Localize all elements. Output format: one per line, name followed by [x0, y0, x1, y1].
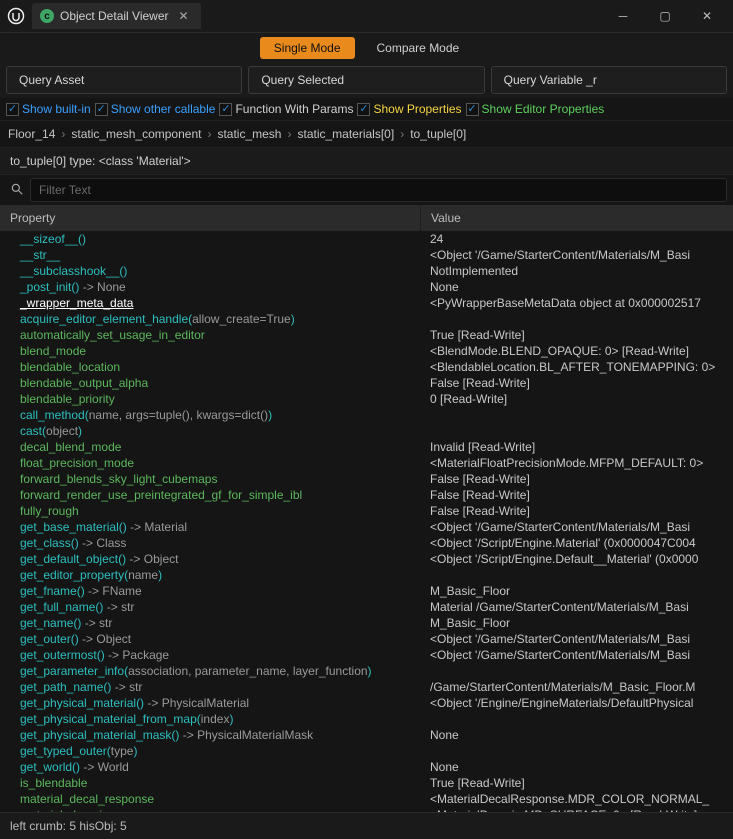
table-row[interactable]: blend_mode<BlendMode.BLEND_OPAQUE: 0> [R… [0, 343, 733, 359]
type-info: to_tuple[0] type: <class 'Material'> [0, 147, 733, 175]
window-tab[interactable]: c Object Detail Viewer ✕ [32, 3, 201, 29]
table-row[interactable]: get_physical_material_from_map(index) [0, 711, 733, 727]
table-row[interactable]: get_full_name() -> strMaterial /Game/Sta… [0, 599, 733, 615]
tab-title: Object Detail Viewer [60, 9, 169, 23]
table-row[interactable]: blendable_output_alphaFalse [Read-Write] [0, 375, 733, 391]
table-row[interactable]: fully_roughFalse [Read-Write] [0, 503, 733, 519]
table-row[interactable]: get_path_name() -> str/Game/StarterConte… [0, 679, 733, 695]
table-row[interactable]: cast(object) [0, 423, 733, 439]
table-row[interactable]: get_outermost() -> Package<Object '/Game… [0, 647, 733, 663]
breadcrumb-item[interactable]: static_materials[0] [297, 127, 394, 141]
table-row[interactable]: get_outer() -> Object<Object '/Game/Star… [0, 631, 733, 647]
table-row[interactable]: material_domain<MaterialDomain.MD_SURFAC… [0, 807, 733, 812]
table-row[interactable]: decal_blend_modeInvalid [Read-Write] [0, 439, 733, 455]
status-bar: left crumb: 5 hisObj: 5 [0, 812, 733, 839]
mode-selector: Single Mode Compare Mode [0, 32, 733, 62]
single-mode-button[interactable]: Single Mode [260, 37, 355, 59]
breadcrumb-item[interactable]: static_mesh [217, 127, 281, 141]
table-row[interactable]: _wrapper_meta_data<PyWrapperBaseMetaData… [0, 295, 733, 311]
table-row[interactable]: get_class() -> Class<Object '/Script/Eng… [0, 535, 733, 551]
app-logo-icon [6, 6, 26, 26]
query-row: Query Asset Query Selected Query Variabl… [0, 62, 733, 98]
table-row[interactable]: call_method(name, args=tuple(), kwargs=d… [0, 407, 733, 423]
property-table: Property Value __sizeof__()24__str__<Obj… [0, 205, 733, 812]
table-row[interactable]: get_name() -> strM_Basic_Floor [0, 615, 733, 631]
search-icon [6, 182, 24, 199]
table-row[interactable]: get_typed_outer(type) [0, 743, 733, 759]
breadcrumb-item[interactable]: Floor_14 [8, 127, 55, 141]
table-row[interactable]: __subclasshook__()NotImplemented [0, 263, 733, 279]
show-other-callable-checkbox[interactable]: Show other callable [95, 102, 216, 116]
table-row[interactable]: get_physical_material() -> PhysicalMater… [0, 695, 733, 711]
table-row[interactable]: float_precision_mode<MaterialFloatPrecis… [0, 455, 733, 471]
chevron-right-icon: › [400, 127, 404, 141]
chevron-right-icon: › [61, 127, 65, 141]
chevron-right-icon: › [287, 127, 291, 141]
table-row[interactable]: automatically_set_usage_in_editorTrue [R… [0, 327, 733, 343]
table-row[interactable]: material_decal_response<MaterialDecalRes… [0, 791, 733, 807]
table-header: Property Value [0, 205, 733, 231]
table-row[interactable]: blendable_priority0 [Read-Write] [0, 391, 733, 407]
tab-icon: c [40, 9, 54, 23]
header-value[interactable]: Value [420, 205, 733, 231]
table-row[interactable]: get_editor_property(name) [0, 567, 733, 583]
window-buttons: ─ ▢ ✕ [603, 2, 727, 30]
table-row[interactable]: forward_render_use_preintegrated_gf_for_… [0, 487, 733, 503]
close-tab-button[interactable]: ✕ [175, 9, 193, 23]
table-row[interactable]: forward_blends_sky_light_cubemapsFalse [… [0, 471, 733, 487]
function-with-params-checkbox[interactable]: Function With Params [219, 102, 353, 116]
query-variable-button[interactable]: Query Variable _r [491, 66, 727, 94]
table-row[interactable]: get_physical_material_mask() -> Physical… [0, 727, 733, 743]
chevron-right-icon: › [207, 127, 211, 141]
table-row[interactable]: get_base_material() -> Material<Object '… [0, 519, 733, 535]
maximize-button[interactable]: ▢ [645, 2, 685, 30]
filter-input[interactable] [30, 178, 727, 202]
breadcrumb-item[interactable]: static_mesh_component [71, 127, 201, 141]
minimize-button[interactable]: ─ [603, 2, 643, 30]
show-editor-properties-checkbox[interactable]: Show Editor Properties [466, 102, 605, 116]
search-row [0, 175, 733, 205]
header-property[interactable]: Property [0, 205, 420, 231]
compare-mode-button[interactable]: Compare Mode [363, 37, 474, 59]
table-row[interactable]: get_world() -> WorldNone [0, 759, 733, 775]
table-row[interactable]: blendable_location<BlendableLocation.BL_… [0, 359, 733, 375]
breadcrumb-item[interactable]: to_tuple[0] [410, 127, 466, 141]
table-body[interactable]: __sizeof__()24__str__<Object '/Game/Star… [0, 231, 733, 812]
table-row[interactable]: get_fname() -> FNameM_Basic_Floor [0, 583, 733, 599]
table-row[interactable]: acquire_editor_element_handle(allow_crea… [0, 311, 733, 327]
table-row[interactable]: __sizeof__()24 [0, 231, 733, 247]
query-selected-button[interactable]: Query Selected [248, 66, 484, 94]
close-window-button[interactable]: ✕ [687, 2, 727, 30]
breadcrumb: Floor_14 › static_mesh_component › static_me… [0, 120, 733, 147]
show-properties-checkbox[interactable]: Show Properties [357, 102, 461, 116]
table-row[interactable]: get_parameter_info(association, paramete… [0, 663, 733, 679]
table-row[interactable]: get_default_object() -> Object<Object '/… [0, 551, 733, 567]
query-asset-button[interactable]: Query Asset [6, 66, 242, 94]
table-row[interactable]: _post_init() -> NoneNone [0, 279, 733, 295]
filter-checkbox-row: Show built-in Show other callable Functi… [0, 98, 733, 120]
table-row[interactable]: __str__<Object '/Game/StarterContent/Mat… [0, 247, 733, 263]
titlebar: c Object Detail Viewer ✕ ─ ▢ ✕ [0, 0, 733, 32]
show-builtin-checkbox[interactable]: Show built-in [6, 102, 91, 116]
table-row[interactable]: is_blendableTrue [Read-Write] [0, 775, 733, 791]
